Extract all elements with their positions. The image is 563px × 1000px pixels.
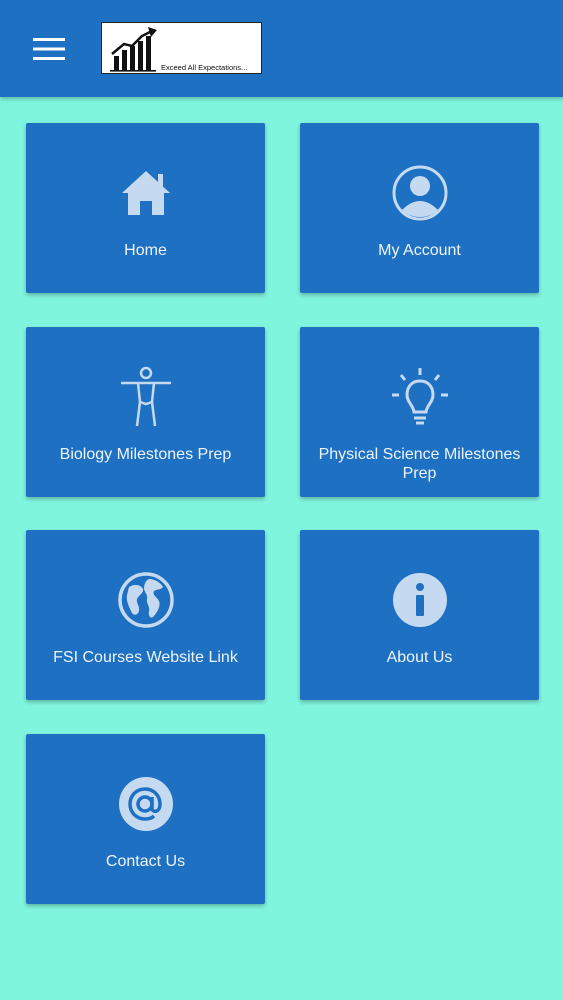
info-icon — [392, 573, 447, 627]
tile-label-biology: Biology Milestones Prep — [59, 446, 232, 463]
growth-chart-icon — [110, 27, 157, 72]
tile-biology-milestones-prep[interactable]: Biology Milestones Prep — [26, 327, 265, 497]
tile-label-contact-us: Contact Us — [105, 853, 186, 870]
account-icon — [392, 165, 447, 221]
human-body-icon — [120, 366, 171, 427]
tile-physical-science-milestones-prep[interactable]: Physical Science Milestones Prep — [300, 327, 539, 497]
globe-icon — [117, 572, 174, 628]
tile-contact-us[interactable]: Contact Us — [26, 734, 265, 904]
hamburger-icon — [33, 38, 65, 60]
menu-button[interactable] — [22, 28, 76, 70]
tile-label-fsi-courses: FSI Courses Website Link — [53, 649, 238, 666]
tile-about-us[interactable]: About Us — [300, 530, 539, 700]
tile-fsi-courses-website-link[interactable]: FSI Courses Website Link — [26, 530, 265, 700]
tile-label-physical-science: Physical Science Milestones Prep — [318, 446, 521, 482]
logo-tagline: Exceed All Expectations... — [161, 63, 248, 72]
tile-home[interactable]: Home — [26, 123, 265, 293]
lightbulb-icon — [391, 368, 448, 425]
at-sign-icon — [118, 777, 173, 831]
app-bar: Exceed All Expectations... — [0, 0, 563, 97]
tile-label-home: Home — [124, 242, 167, 259]
app-logo: Exceed All Expectations... — [101, 22, 262, 74]
tile-label-about-us: About Us — [386, 649, 453, 666]
home-icon — [121, 171, 170, 215]
tile-label-my-account: My Account — [378, 242, 461, 259]
tile-my-account[interactable]: My Account — [300, 123, 539, 293]
